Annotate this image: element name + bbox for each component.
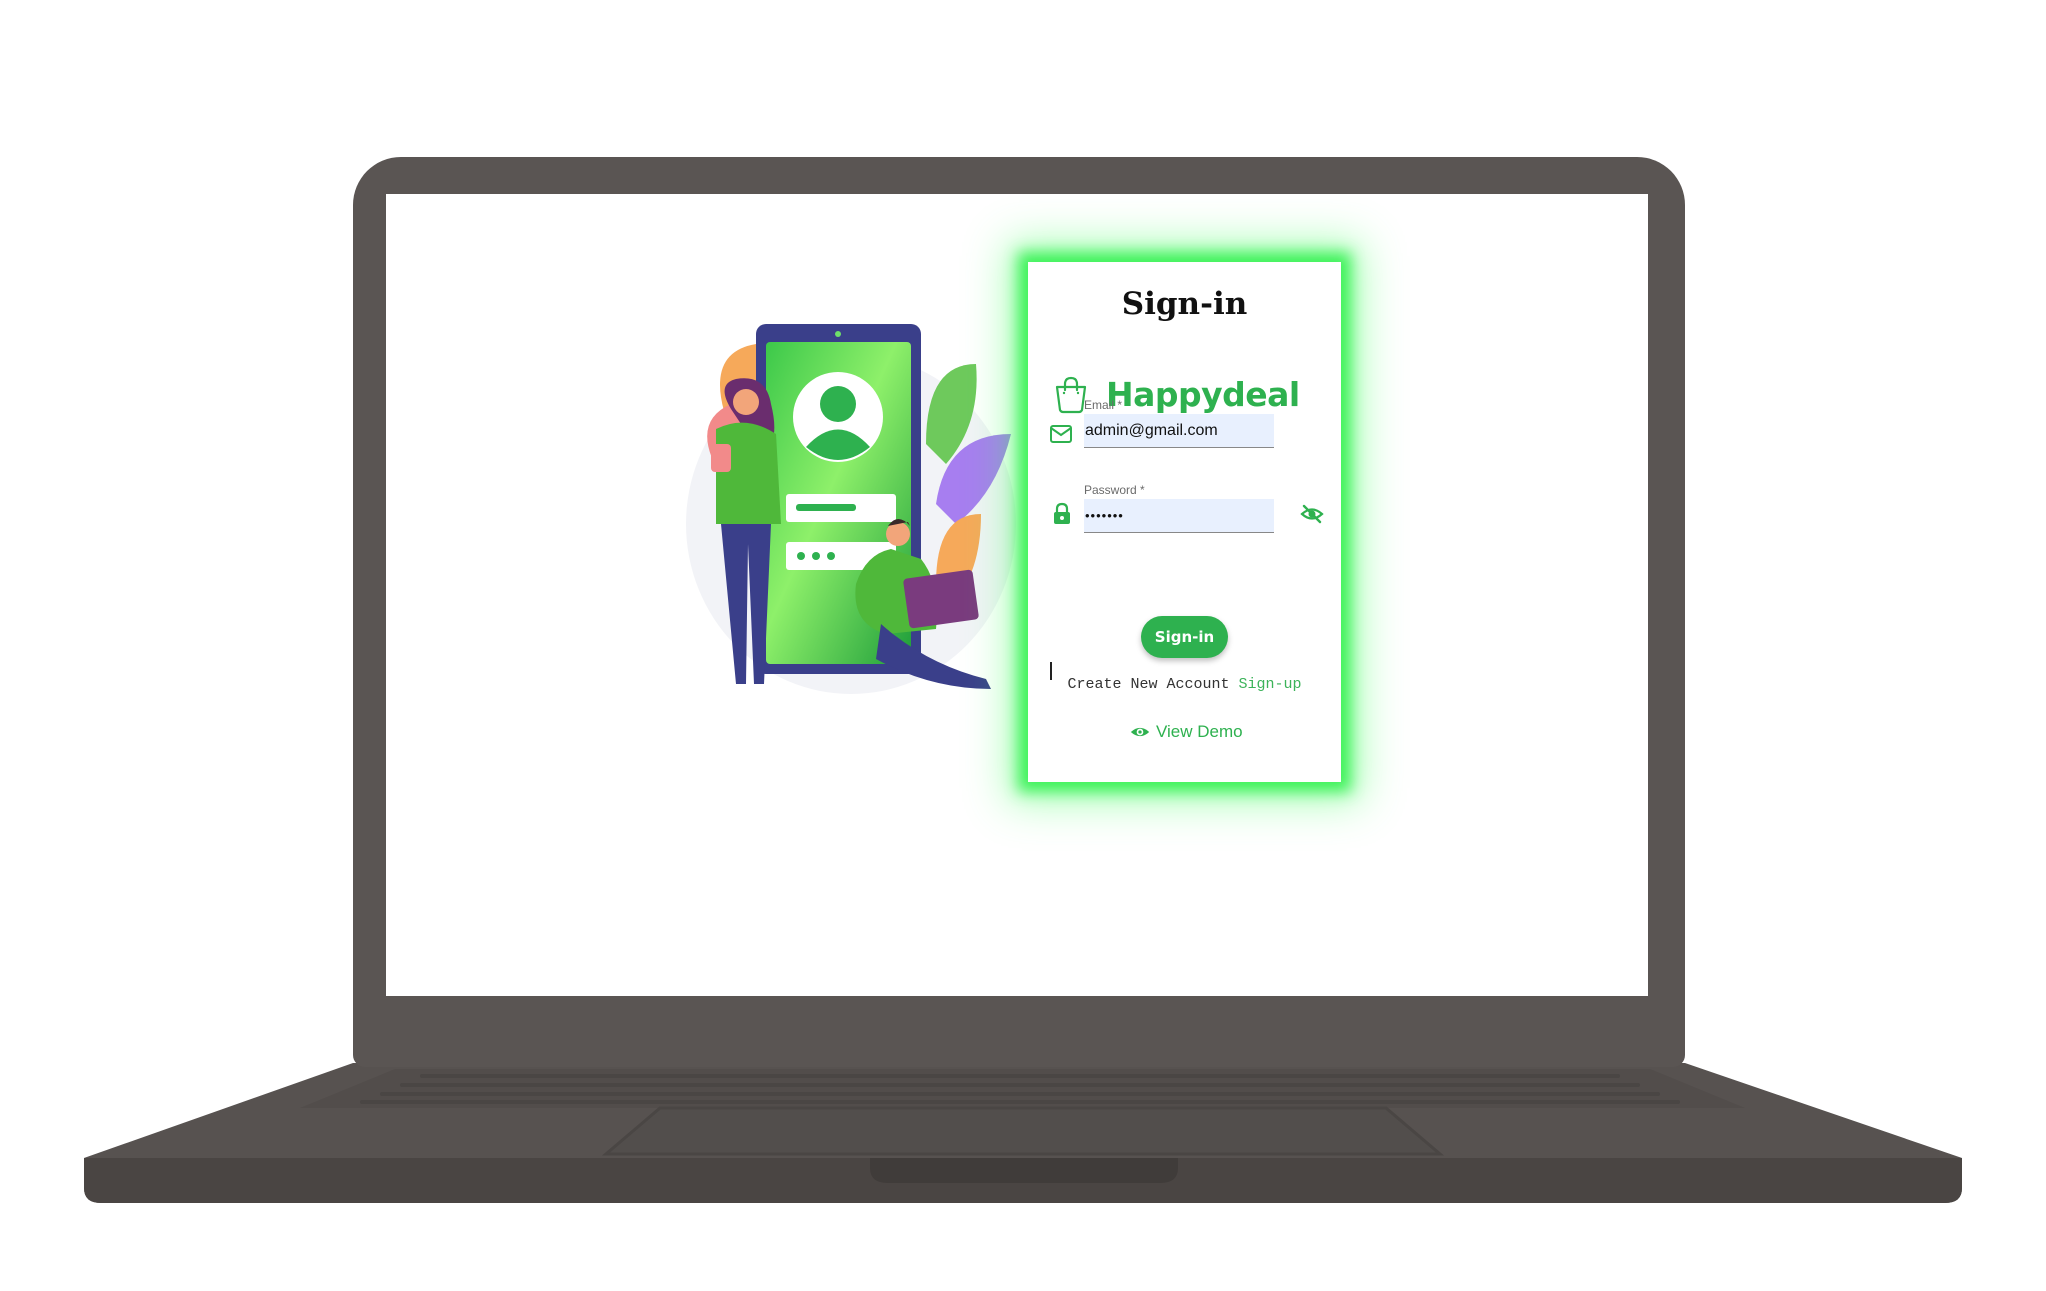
create-account-text: Create New Account [1067,676,1230,693]
eye-icon [1130,727,1150,737]
lock-icon [1054,502,1070,524]
signin-card: Sign-in Happydeal Email * admin@gmail.co… [1028,262,1341,782]
create-account-row: Create New Account Sign-up [1028,676,1341,693]
email-input[interactable] [1084,414,1274,448]
view-demo-label: View Demo [1156,722,1243,741]
eye-off-icon[interactable] [1300,502,1324,526]
email-label: Email * [1084,398,1123,412]
laptop-screen: Sign-in Happydeal Email * admin@gmail.co… [386,194,1648,996]
brand-name: Happydeal [1106,374,1300,414]
signin-title: Sign-in [1121,286,1248,322]
login-illustration [686,324,1016,694]
signin-button[interactable]: Sign-in [1141,616,1228,658]
signup-link[interactable]: Sign-up [1239,676,1302,693]
password-label: Password * [1084,483,1145,497]
laptop-mockup: Sign-in Happydeal Email * admin@gmail.co… [0,0,2046,1291]
mail-icon [1050,425,1072,443]
view-demo-link[interactable]: View Demo [1130,722,1243,742]
password-input[interactable] [1084,499,1274,533]
